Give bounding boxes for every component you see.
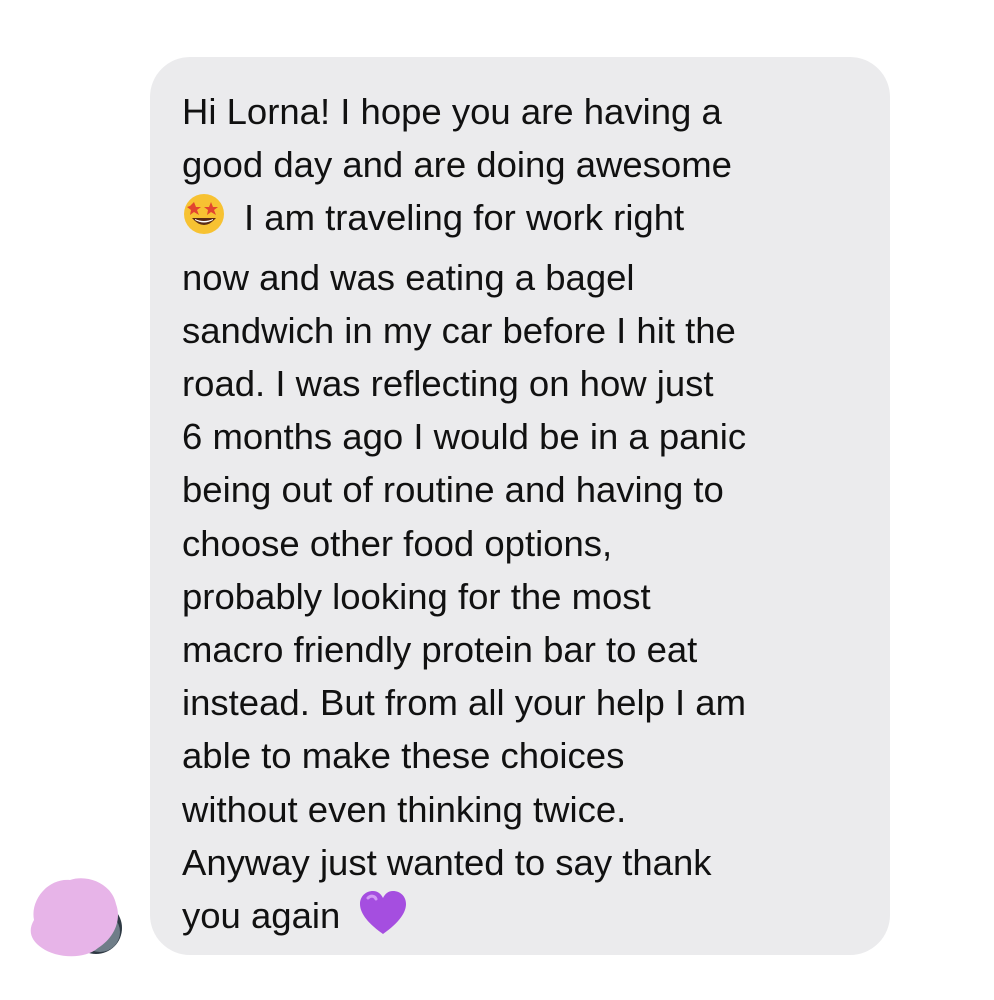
- message-bubble: Hi Lorna! I hope you are having a good d…: [150, 57, 890, 955]
- message-line: choose other food options,: [182, 522, 613, 564]
- message-line-with-emoji: I am traveling for work right: [182, 191, 870, 250]
- message-line: macro friendly protein bar to eat: [182, 629, 698, 671]
- message-line: Anyway just wanted to say thank: [182, 841, 712, 883]
- message-line-text: I am traveling for work right: [244, 197, 685, 239]
- message-line: good day and are doing awesome: [182, 144, 732, 186]
- message-line: sandwich in my car before I hit the: [182, 309, 736, 351]
- message-line: 6 months ago I would be in a panic: [182, 416, 747, 458]
- avatar[interactable]: [26, 870, 122, 960]
- message-line: now and was eating a bagel: [182, 256, 635, 298]
- avatar-image: [30, 878, 122, 957]
- message-line: without even thinking twice.: [182, 788, 627, 830]
- message-line: road. I was reflecting on how just: [182, 363, 714, 405]
- message-line: able to make these choices: [182, 735, 625, 777]
- star-struck-emoji-icon: [182, 192, 226, 250]
- message-line: Hi Lorna! I hope you are having a: [182, 91, 722, 132]
- message-line: probably looking for the most: [182, 575, 651, 617]
- message-line-text: you again: [182, 895, 341, 937]
- message-line: instead. But from all your help I am: [182, 682, 746, 724]
- message-line-with-heart: you again: [182, 889, 870, 950]
- message-line: being out of routine and having to: [182, 469, 724, 511]
- purple-heart-emoji-icon: [358, 890, 408, 950]
